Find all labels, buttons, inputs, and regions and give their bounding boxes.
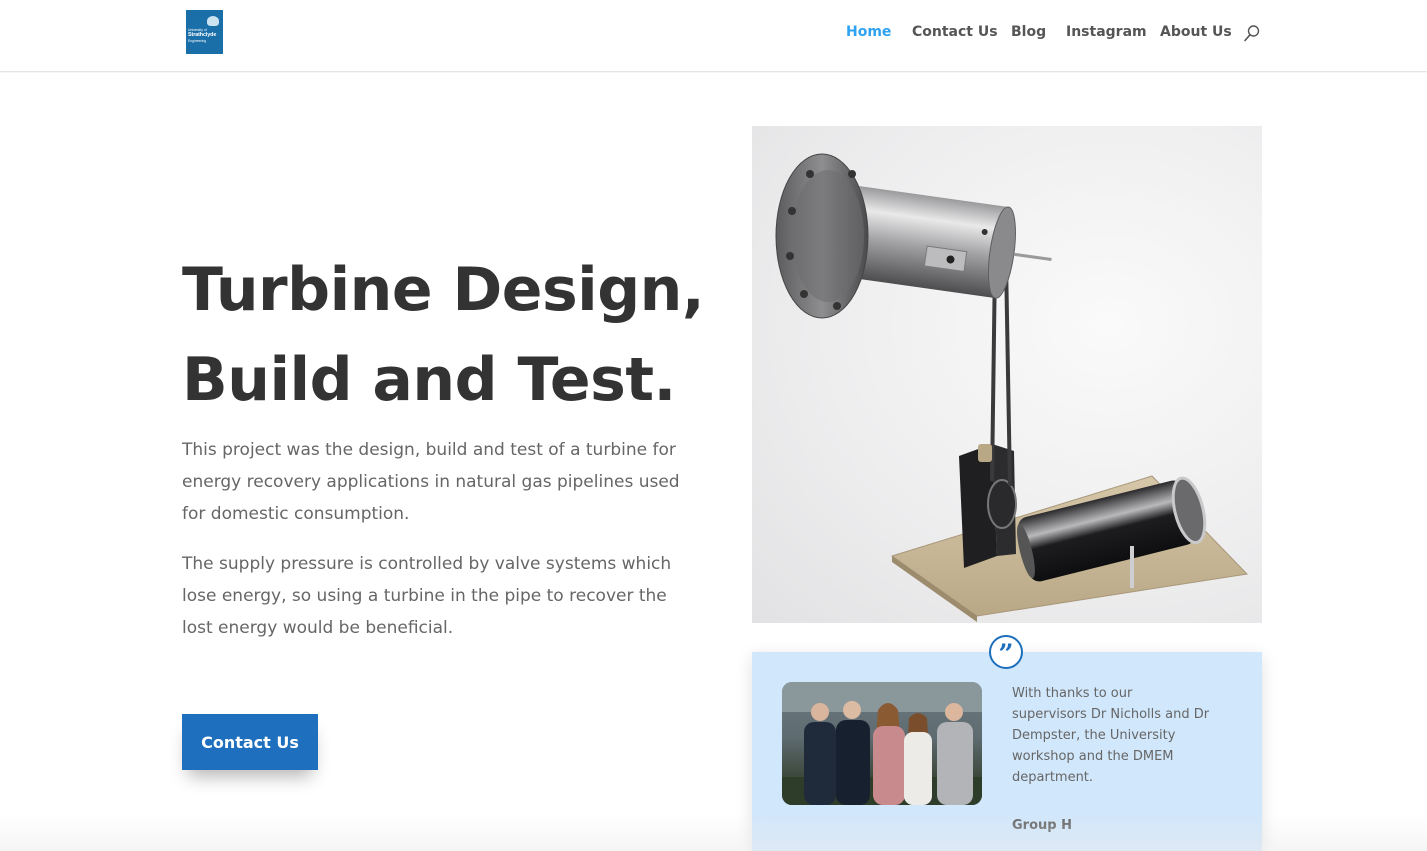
testimonial-quote: With thanks to our supervisors Dr Nichol… bbox=[1012, 686, 1210, 785]
page-title: Turbine Design, Build and Test. bbox=[182, 245, 722, 425]
crest-icon bbox=[207, 16, 219, 26]
nav-home[interactable]: Home bbox=[846, 22, 891, 42]
nav-blog[interactable]: Blog bbox=[1011, 22, 1046, 42]
university-logo[interactable]: University of Strathclyde Engineering bbox=[186, 10, 223, 54]
testimonial-author: Group H bbox=[1012, 818, 1072, 833]
title-line-1: Turbine Design, bbox=[182, 255, 705, 325]
nav-about-us[interactable]: About Us bbox=[1160, 22, 1232, 42]
nav-instagram[interactable]: Instagram bbox=[1066, 22, 1147, 42]
turbine-render-image bbox=[752, 126, 1262, 623]
search-icon[interactable] bbox=[1243, 24, 1261, 42]
intro-paragraph: This project was the design, build and t… bbox=[182, 440, 680, 524]
svg-text:”: ” bbox=[998, 639, 1013, 669]
testimonial-card: With thanks to our supervisors Dr Nichol… bbox=[752, 652, 1262, 851]
contact-us-button[interactable]: Contact Us bbox=[182, 714, 318, 770]
supply-pressure-paragraph: The supply pressure is controlled by val… bbox=[182, 554, 672, 638]
logo-line-3: Engineering bbox=[188, 39, 207, 43]
quote-icon: ” bbox=[989, 635, 1023, 669]
team-photo-illustration bbox=[782, 682, 982, 805]
logo-line-2: Strathclyde bbox=[188, 32, 217, 38]
turbine-assembly-illustration bbox=[775, 153, 1249, 622]
team-photo bbox=[782, 682, 982, 805]
title-line-2: Build and Test. bbox=[182, 345, 676, 415]
nav-contact-us[interactable]: Contact Us bbox=[912, 22, 998, 42]
site-header: University of Strathclyde Engineering Ho… bbox=[0, 0, 1427, 72]
